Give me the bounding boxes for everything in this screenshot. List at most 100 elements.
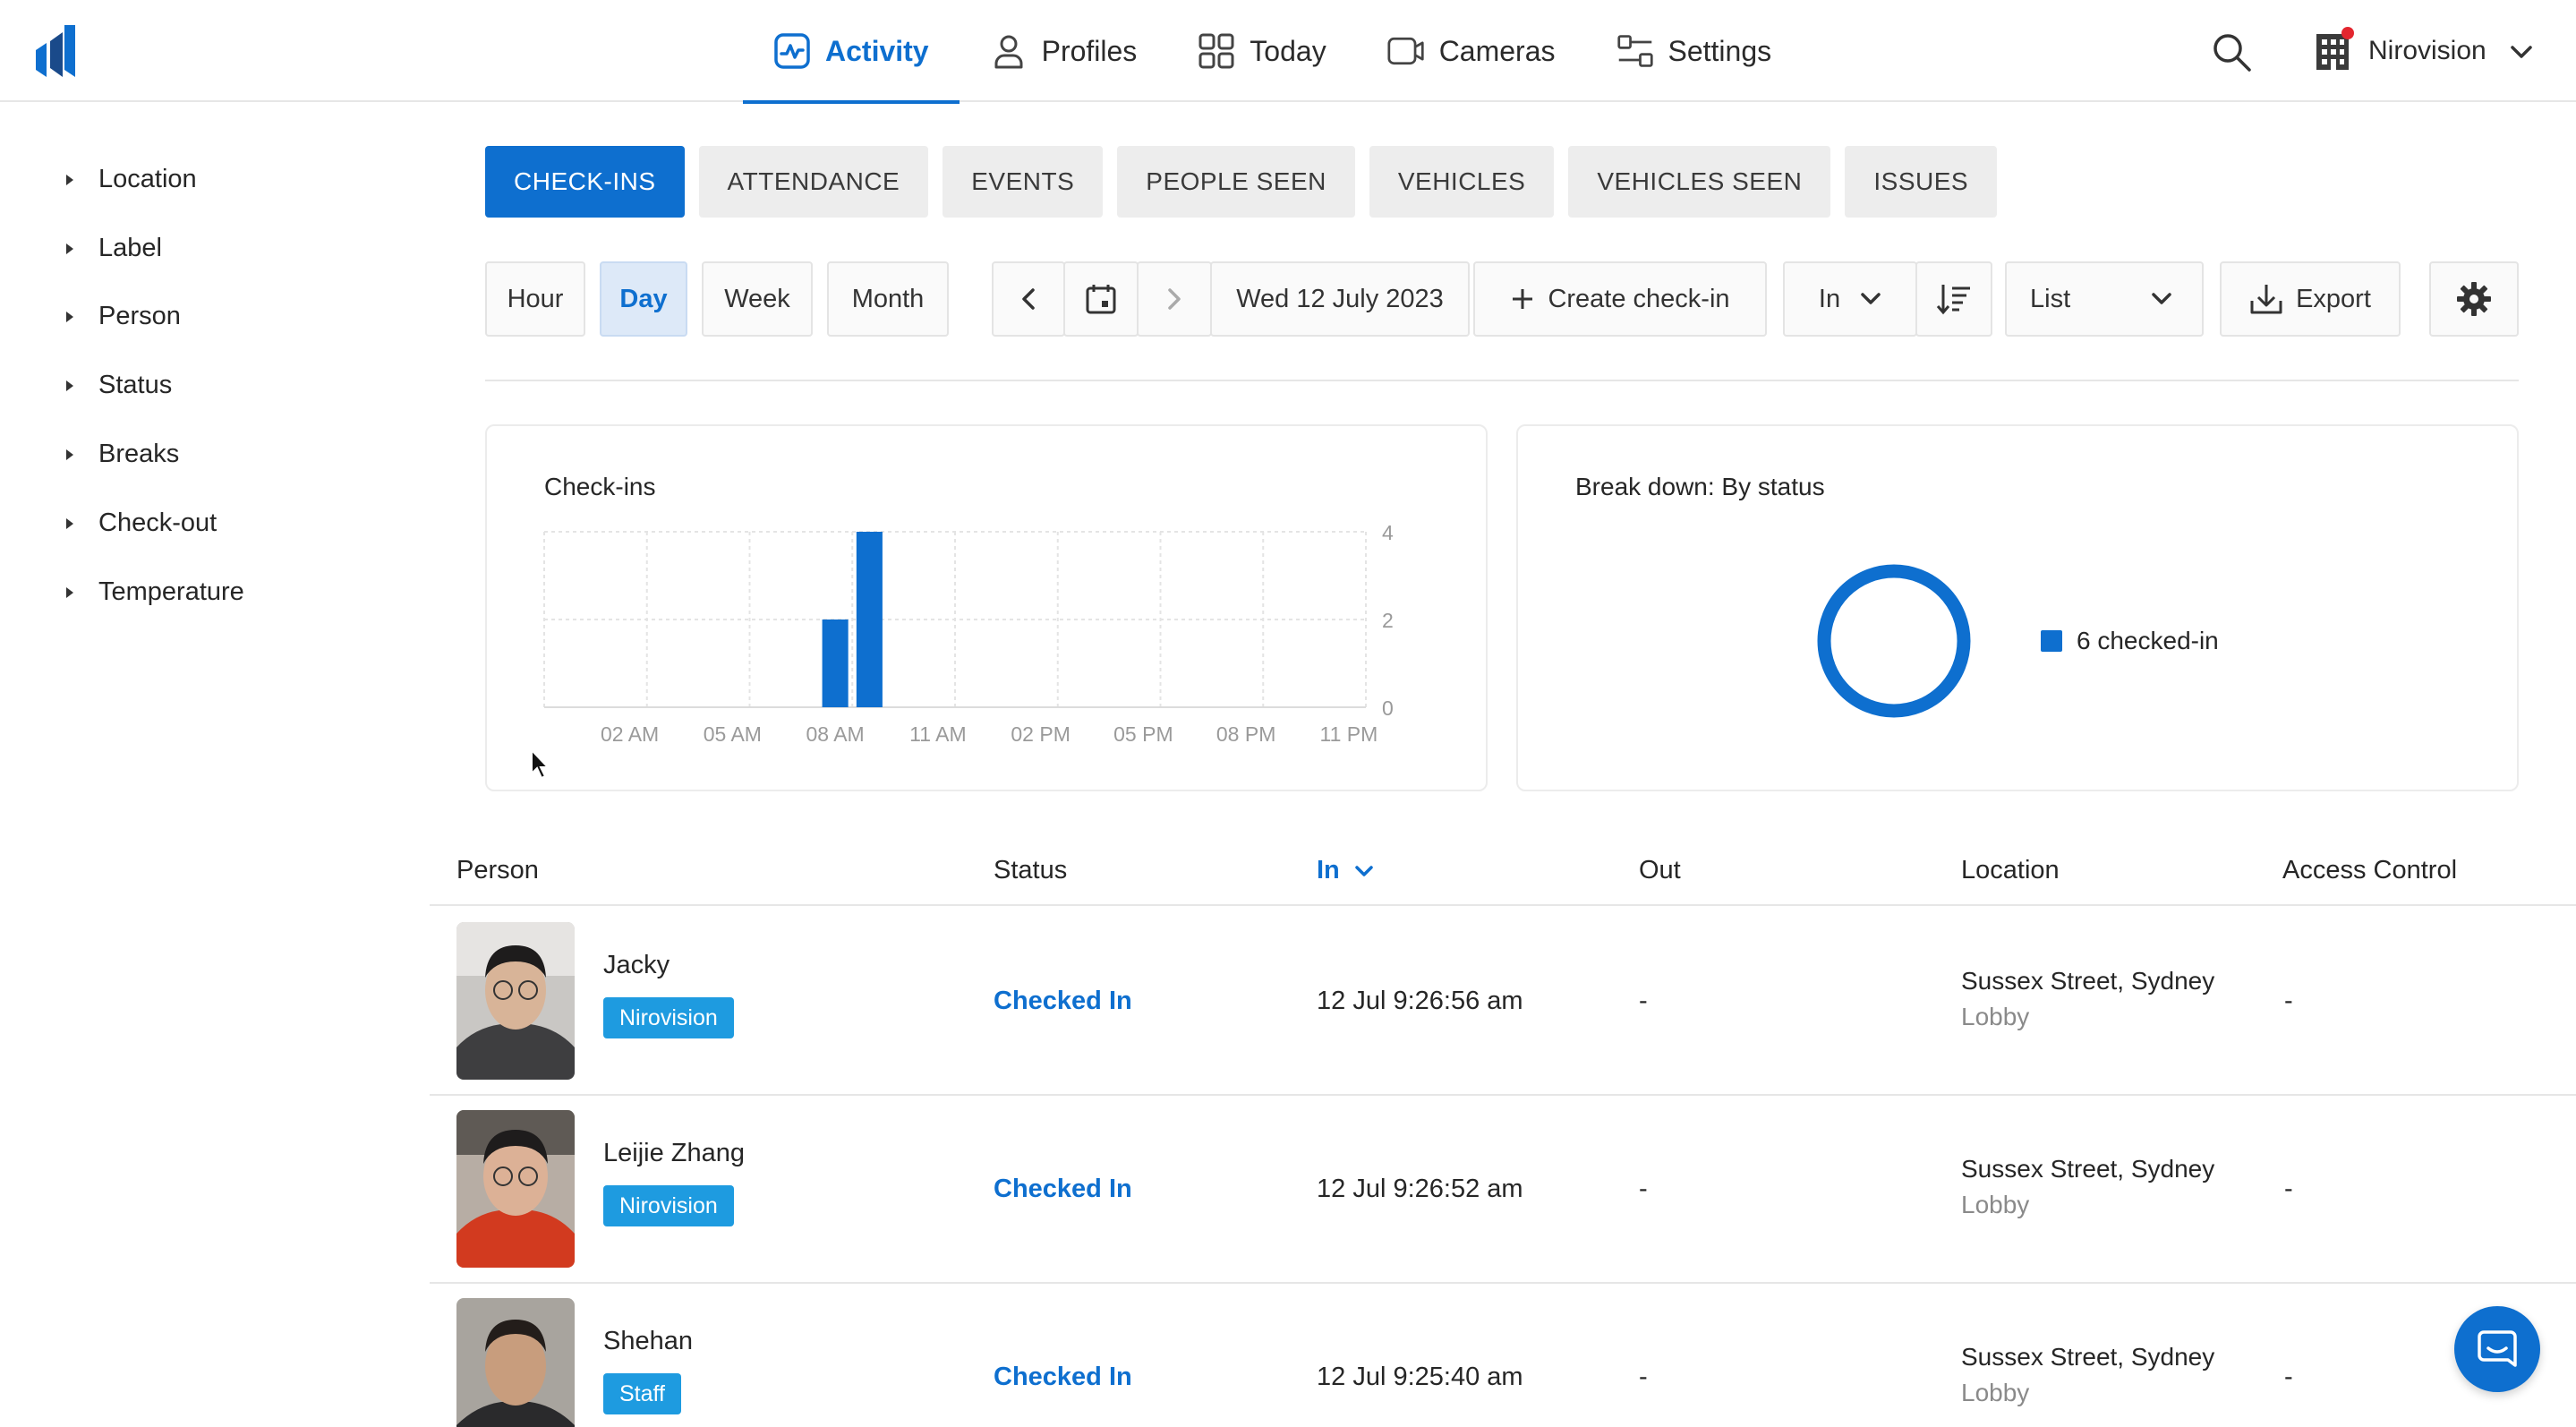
location-name: Sussex Street, Sydney [1961,1155,2215,1183]
column-person[interactable]: Person [456,856,539,885]
organization-selector[interactable]: Nirovision [2315,25,2533,77]
search-icon[interactable] [2211,31,2252,73]
download-icon [2250,285,2282,314]
filter-label: Temperature [98,577,244,606]
view-select[interactable]: List [2005,261,2204,337]
caret-right-icon [66,380,73,391]
y-tick-label: 2 [1382,609,1394,632]
plus-icon [1513,289,1533,309]
check-ins-bar-chart: 0 2 4 02 AM 05 AM 08 AM 11 AM 02 PM 05 PM 08 PM 11… [543,521,1394,746]
legend-label: 6 checked-in [2077,627,2219,654]
avatar[interactable] [456,1298,575,1427]
chart-bar [822,620,849,707]
location-name: Sussex Street, Sydney [1961,1343,2215,1371]
create-check-in-label: Create check-in [1548,284,1730,313]
chevron-down-icon [1355,865,1373,876]
location-zone: Lobby [1961,1191,2030,1218]
tab-events[interactable]: EVENTS [943,146,1104,218]
nav-profiles-label: Profiles [1041,34,1138,67]
chat-launcher-button[interactable] [2454,1306,2540,1392]
avatar[interactable] [456,922,575,1080]
check-in-time: 12 Jul 9:26:56 am [1317,987,1523,1015]
filter-person[interactable]: Person [66,302,181,331]
x-tick-label: 05 AM [704,722,762,746]
chevron-down-icon [2510,36,2533,66]
nav-profiles[interactable]: Profiles [960,0,1168,102]
x-tick-label: 02 PM [1011,722,1070,746]
range-hour-button[interactable]: Hour [485,261,585,337]
breakdown-card: Break down: By status 6 checked-in [1516,424,2519,791]
caret-right-icon [66,586,73,598]
tab-vehicles[interactable]: VEHICLES [1369,146,1555,218]
filter-label: Location [98,165,197,193]
caret-right-icon [66,311,73,322]
person-name[interactable]: Jacky [603,951,670,980]
chevron-right-icon [1168,288,1181,310]
tab-people-seen[interactable]: PEOPLE SEEN [1117,146,1355,218]
column-in[interactable]: In [1317,856,1374,885]
sort-order-button[interactable] [1915,261,1992,337]
filter-check-out[interactable]: Check-out [66,508,217,538]
settings-button[interactable] [2429,261,2519,337]
nav-settings-label: Settings [1668,34,1772,67]
tab-check-ins[interactable]: CHECK-INS [485,146,685,218]
status-link[interactable]: Checked In [994,987,1132,1016]
column-location[interactable]: Location [1961,856,2060,885]
export-label: Export [2296,284,2371,313]
top-navigation-bar: Activity Profiles Today Cameras Settings [0,0,2576,104]
check-in-time: 12 Jul 9:25:40 am [1317,1363,1523,1391]
table-row[interactable]: Shehan Staff Checked In 12 Jul 9:25:40 a… [430,1284,2576,1427]
range-day-button[interactable]: Day [600,261,687,337]
donut-slice-checked-in [1817,564,1971,718]
building-icon [2315,27,2354,72]
avatar[interactable] [456,1110,575,1268]
filter-location[interactable]: Location [66,165,197,194]
filter-label: Label [98,234,162,262]
table-header: Person Status In Out Location Access Con… [430,842,2576,906]
table-row[interactable]: Jacky Nirovision Checked In 12 Jul 9:26:… [430,908,2576,1096]
filter-label[interactable]: Label [66,234,162,263]
access-control-value: - [2284,987,2293,1015]
chart-bar [856,532,883,707]
nav-activity[interactable]: Activity [743,0,960,104]
check-ins-chart-card: Check-ins 0 2 4 02 AM 05 AM 08 AM 11 AM 02 PM 05… [485,424,1488,791]
nav-cameras[interactable]: Cameras [1357,0,1586,102]
access-control-value: - [2284,1175,2293,1203]
column-access-control[interactable]: Access Control [2282,856,2457,885]
export-button[interactable]: Export [2220,261,2401,337]
tab-attendance[interactable]: ATTENDANCE [698,146,929,218]
activity-tabs: CHECK-INS ATTENDANCE EVENTS PEOPLE SEEN … [485,146,1998,218]
nirovision-logo[interactable] [36,25,75,77]
previous-date-button[interactable] [992,261,1065,337]
activity-icon [773,32,811,70]
column-in-label: In [1317,856,1340,884]
next-date-button[interactable] [1137,261,1212,337]
column-out[interactable]: Out [1639,856,1681,885]
direction-select[interactable]: In [1783,261,1917,337]
tab-issues[interactable]: ISSUES [1845,146,1998,218]
create-check-in-button[interactable]: Create check-in [1473,261,1767,337]
filter-status[interactable]: Status [66,371,172,400]
person-icon [990,32,1028,70]
current-date[interactable]: Wed 12 July 2023 [1210,261,1470,337]
person-name[interactable]: Leijie Zhang [603,1139,745,1168]
tab-vehicles-seen[interactable]: VEHICLES SEEN [1568,146,1831,218]
person-label-badge: Nirovision [603,1185,734,1226]
filter-breaks[interactable]: Breaks [66,440,179,469]
column-status[interactable]: Status [994,856,1067,885]
range-week-button[interactable]: Week [702,261,813,337]
x-tick-label: 11 PM [1319,722,1378,746]
chevron-left-icon [1022,288,1035,310]
range-month-button[interactable]: Month [827,261,949,337]
person-name[interactable]: Shehan [603,1327,693,1356]
access-control-value: - [2284,1363,2293,1391]
status-link[interactable]: Checked In [994,1363,1132,1392]
calendar-button[interactable] [1063,261,1139,337]
filter-temperature[interactable]: Temperature [66,577,244,607]
nav-settings[interactable]: Settings [1586,0,1803,102]
chat-icon [2478,1330,2517,1367]
filter-label: Check-out [98,508,218,537]
status-link[interactable]: Checked In [994,1175,1132,1204]
table-row[interactable]: Leijie Zhang Nirovision Checked In 12 Ju… [430,1096,2576,1284]
nav-today[interactable]: Today [1167,0,1356,102]
